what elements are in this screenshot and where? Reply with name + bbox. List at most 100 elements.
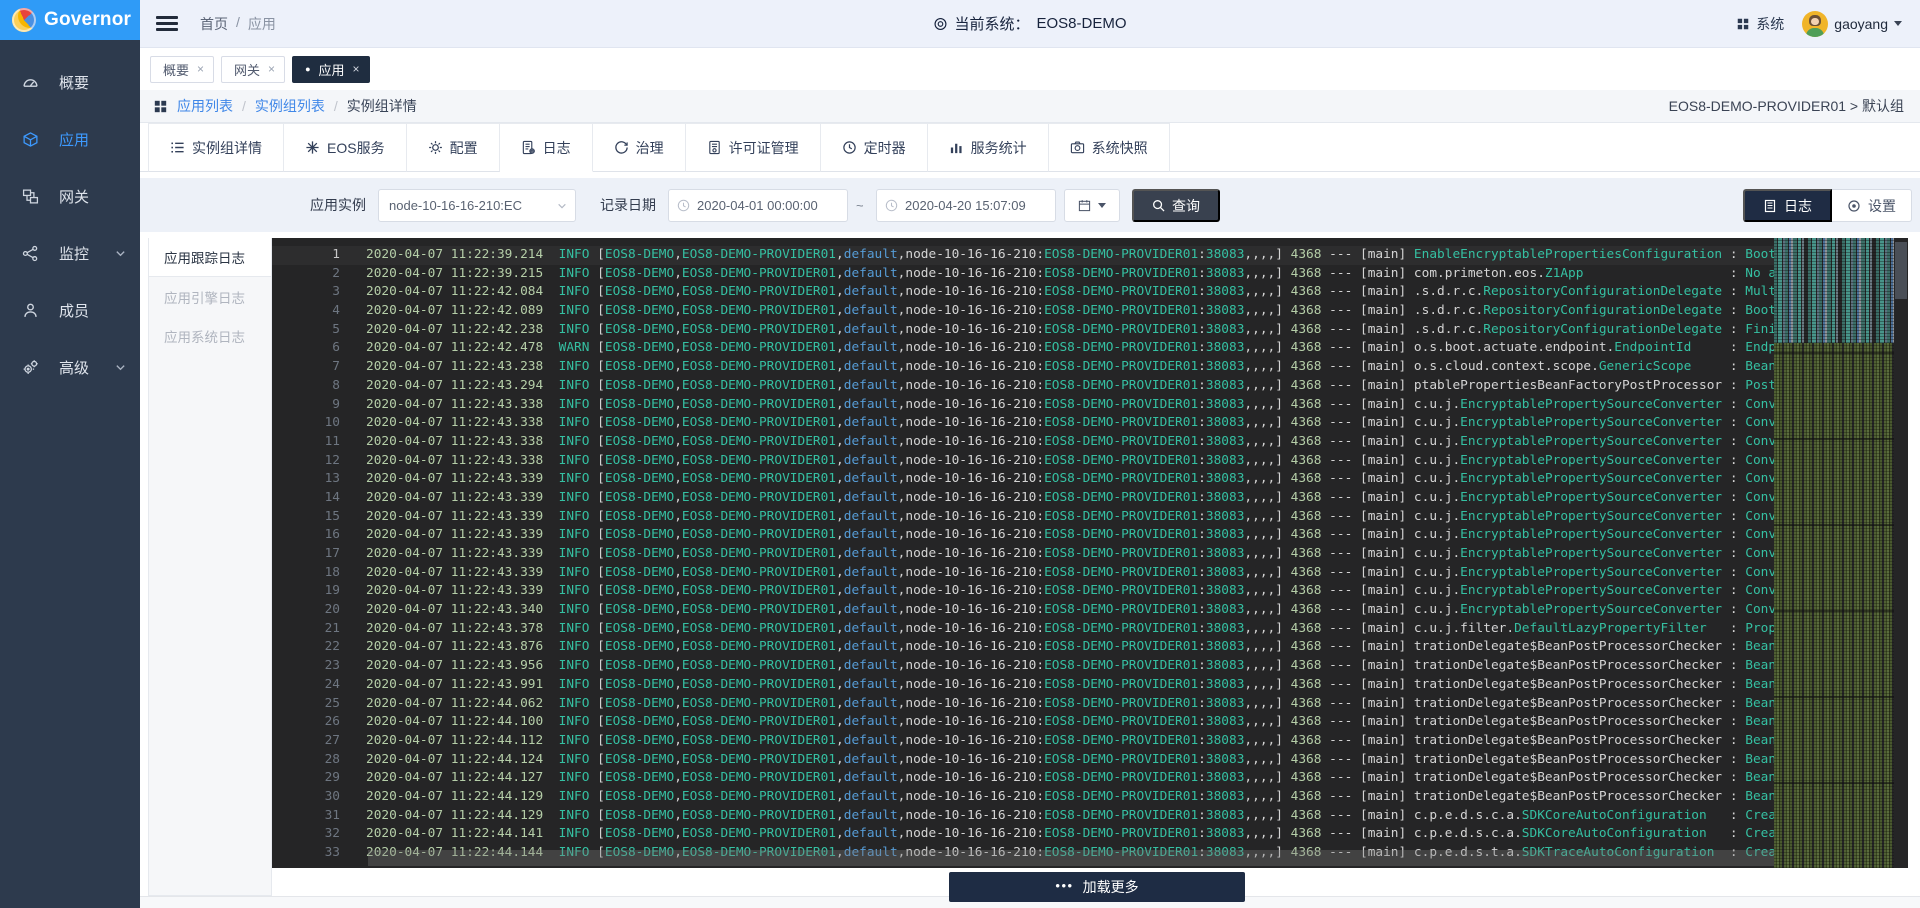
breadcrumb-link-app-list[interactable]: 应用列表 bbox=[177, 96, 233, 116]
log-line-text: 2020-04-07 11:22:44.100 INFO [EOS8-DEMO,… bbox=[340, 713, 1776, 732]
sidebar-item-label: 概要 bbox=[59, 72, 89, 93]
log-line: 72020-04-07 11:22:43.238 INFO [EOS8-DEMO… bbox=[272, 358, 1908, 377]
window-tab-网关[interactable]: 网关× bbox=[221, 56, 285, 83]
detail-tab-系统快照[interactable]: 系统快照 bbox=[1049, 123, 1170, 172]
line-number: 24 bbox=[272, 676, 340, 695]
line-number: 19 bbox=[272, 582, 340, 601]
sidebar-menu: 概要应用网关监控成员高级 bbox=[0, 40, 140, 396]
log-type-tab-应用引擎日志[interactable]: 应用引擎日志 bbox=[149, 277, 271, 316]
log-line: 102020-04-07 11:22:43.338 INFO [EOS8-DEM… bbox=[272, 414, 1908, 433]
line-number: 26 bbox=[272, 713, 340, 732]
calendar-icon bbox=[1078, 199, 1091, 212]
line-number: 33 bbox=[272, 844, 340, 863]
sidebar-item-概要[interactable]: 概要 bbox=[0, 54, 140, 111]
sidebar-item-label: 网关 bbox=[59, 186, 89, 207]
window-tab-应用[interactable]: ●应用× bbox=[292, 56, 369, 83]
sidebar-item-成员[interactable]: 成员 bbox=[0, 282, 140, 339]
stats-icon bbox=[949, 140, 964, 155]
close-icon[interactable]: × bbox=[268, 62, 275, 76]
line-number: 27 bbox=[272, 732, 340, 751]
breadcrumb-link-instance-group-list[interactable]: 实例组列表 bbox=[255, 96, 325, 116]
breadcrumb-home[interactable]: 首页 bbox=[200, 14, 228, 34]
user-menu[interactable]: gaoyang bbox=[1802, 11, 1902, 37]
load-more-button[interactable]: ••• 加载更多 bbox=[949, 872, 1245, 902]
line-number: 12 bbox=[272, 452, 340, 471]
detail-tab-日志[interactable]: 日志 bbox=[500, 123, 593, 172]
detail-tab-EOS服务[interactable]: EOS服务 bbox=[284, 123, 407, 172]
detail-tab-label: 服务统计 bbox=[971, 138, 1027, 158]
close-icon[interactable]: × bbox=[353, 62, 360, 76]
line-number: 2 bbox=[272, 265, 340, 284]
log-line: 272020-04-07 11:22:44.112 INFO [EOS8-DEM… bbox=[272, 732, 1908, 751]
sidebar-item-高级[interactable]: 高级 bbox=[0, 339, 140, 396]
horizontal-scrollbar-thumb[interactable] bbox=[368, 850, 1774, 866]
log-type-tab-应用跟踪日志[interactable]: 应用跟踪日志 bbox=[149, 238, 271, 277]
detail-tabbar: 实例组详情EOS服务配置日志治理许可证管理定时器 服务统计 系统快照 bbox=[140, 123, 1920, 172]
detail-tab-治理[interactable]: 治理 bbox=[593, 123, 686, 172]
close-icon[interactable]: × bbox=[197, 62, 204, 76]
detail-tab-服务统计[interactable]: 服务统计 bbox=[928, 123, 1049, 172]
asterisk-icon bbox=[305, 140, 320, 155]
line-number: 14 bbox=[272, 489, 340, 508]
line-number: 6 bbox=[272, 339, 340, 358]
app-window: Governor 概要应用网关监控成员高级 首页 / 应用 当前系统： EOS8… bbox=[0, 0, 1920, 908]
gateway-icon bbox=[22, 188, 39, 205]
line-number: 11 bbox=[272, 433, 340, 452]
log-line: 172020-04-07 11:22:43.339 INFO [EOS8-DEM… bbox=[272, 545, 1908, 564]
log-line-text: 2020-04-07 11:22:43.339 INFO [EOS8-DEMO,… bbox=[340, 545, 1776, 564]
line-number: 17 bbox=[272, 545, 340, 564]
window-tab-概要[interactable]: 概要 × bbox=[150, 56, 214, 83]
vertical-scrollbar[interactable] bbox=[1894, 238, 1908, 868]
date-from-field[interactable] bbox=[668, 189, 848, 222]
log-line-text: 2020-04-07 11:22:42.478 WARN [EOS8-DEMO,… bbox=[340, 339, 1776, 358]
system-menu[interactable]: 系统 bbox=[1736, 14, 1784, 34]
sidebar-item-监控[interactable]: 监控 bbox=[0, 225, 140, 282]
line-number: 23 bbox=[272, 657, 340, 676]
govern-icon bbox=[614, 140, 629, 155]
log-line-text: 2020-04-07 11:22:42.238 INFO [EOS8-DEMO,… bbox=[340, 321, 1776, 340]
date-to-input[interactable] bbox=[905, 198, 1043, 213]
line-number: 15 bbox=[272, 508, 340, 527]
sidebar-item-label: 成员 bbox=[59, 300, 89, 321]
calendar-picker-button[interactable] bbox=[1064, 189, 1120, 222]
breadcrumb-current: 应用 bbox=[248, 14, 276, 34]
settings-target-icon bbox=[1847, 199, 1861, 213]
window-tab-label: 概要 bbox=[163, 60, 189, 79]
sidebar-item-网关[interactable]: 网关 bbox=[0, 168, 140, 225]
detail-tab-配置[interactable]: 配置 bbox=[407, 123, 500, 172]
log-line: 132020-04-07 11:22:43.339 INFO [EOS8-DEM… bbox=[272, 470, 1908, 489]
log-type-tab-应用系统日志[interactable]: 应用系统日志 bbox=[149, 316, 271, 355]
detail-tab-定时器[interactable]: 定时器 bbox=[821, 123, 928, 172]
avatar bbox=[1802, 11, 1828, 37]
log-line: 142020-04-07 11:22:43.339 INFO [EOS8-DEM… bbox=[272, 489, 1908, 508]
line-number: 3 bbox=[272, 283, 340, 302]
gauge-icon bbox=[22, 74, 39, 91]
detail-tab-实例组详情[interactable]: 实例组详情 bbox=[148, 123, 284, 172]
topbar-right: 系统 gaoyang bbox=[1736, 11, 1902, 37]
sidebar-item-label: 监控 bbox=[59, 243, 89, 264]
chevron-down-icon bbox=[115, 248, 126, 259]
window-tabbar: 概要×网关×●应用× bbox=[140, 48, 1920, 90]
line-number: 9 bbox=[272, 396, 340, 415]
detail-tab-许可证管理[interactable]: 许可证管理 bbox=[686, 123, 821, 172]
log-view-button[interactable]: 日志 bbox=[1743, 189, 1832, 222]
log-line-text: 2020-04-07 11:22:43.991 INFO [EOS8-DEMO,… bbox=[340, 676, 1776, 695]
date-to-field[interactable] bbox=[876, 189, 1056, 222]
log-line: 22020-04-07 11:22:39.215 INFO [EOS8-DEMO… bbox=[272, 265, 1908, 284]
line-number: 32 bbox=[272, 825, 340, 844]
hamburger-menu-icon[interactable] bbox=[156, 16, 178, 31]
instance-select[interactable]: node-10-16-16-210:EC bbox=[378, 189, 576, 222]
license-icon bbox=[707, 140, 722, 155]
topbar: 首页 / 应用 当前系统： EOS8-DEMO 系统 gaoyang bbox=[140, 0, 1920, 48]
search-icon bbox=[1152, 199, 1165, 212]
date-from-input[interactable] bbox=[697, 198, 835, 213]
settings-button[interactable]: 设置 bbox=[1832, 189, 1912, 222]
line-number: 7 bbox=[272, 358, 340, 377]
line-number: 8 bbox=[272, 377, 340, 396]
search-button[interactable]: 查询 bbox=[1132, 189, 1220, 222]
minimap[interactable] bbox=[1774, 238, 1894, 868]
vertical-scrollbar-thumb[interactable] bbox=[1895, 242, 1907, 299]
sidebar-item-应用[interactable]: 应用 bbox=[0, 111, 140, 168]
list-icon bbox=[170, 140, 185, 155]
line-number: 30 bbox=[272, 788, 340, 807]
